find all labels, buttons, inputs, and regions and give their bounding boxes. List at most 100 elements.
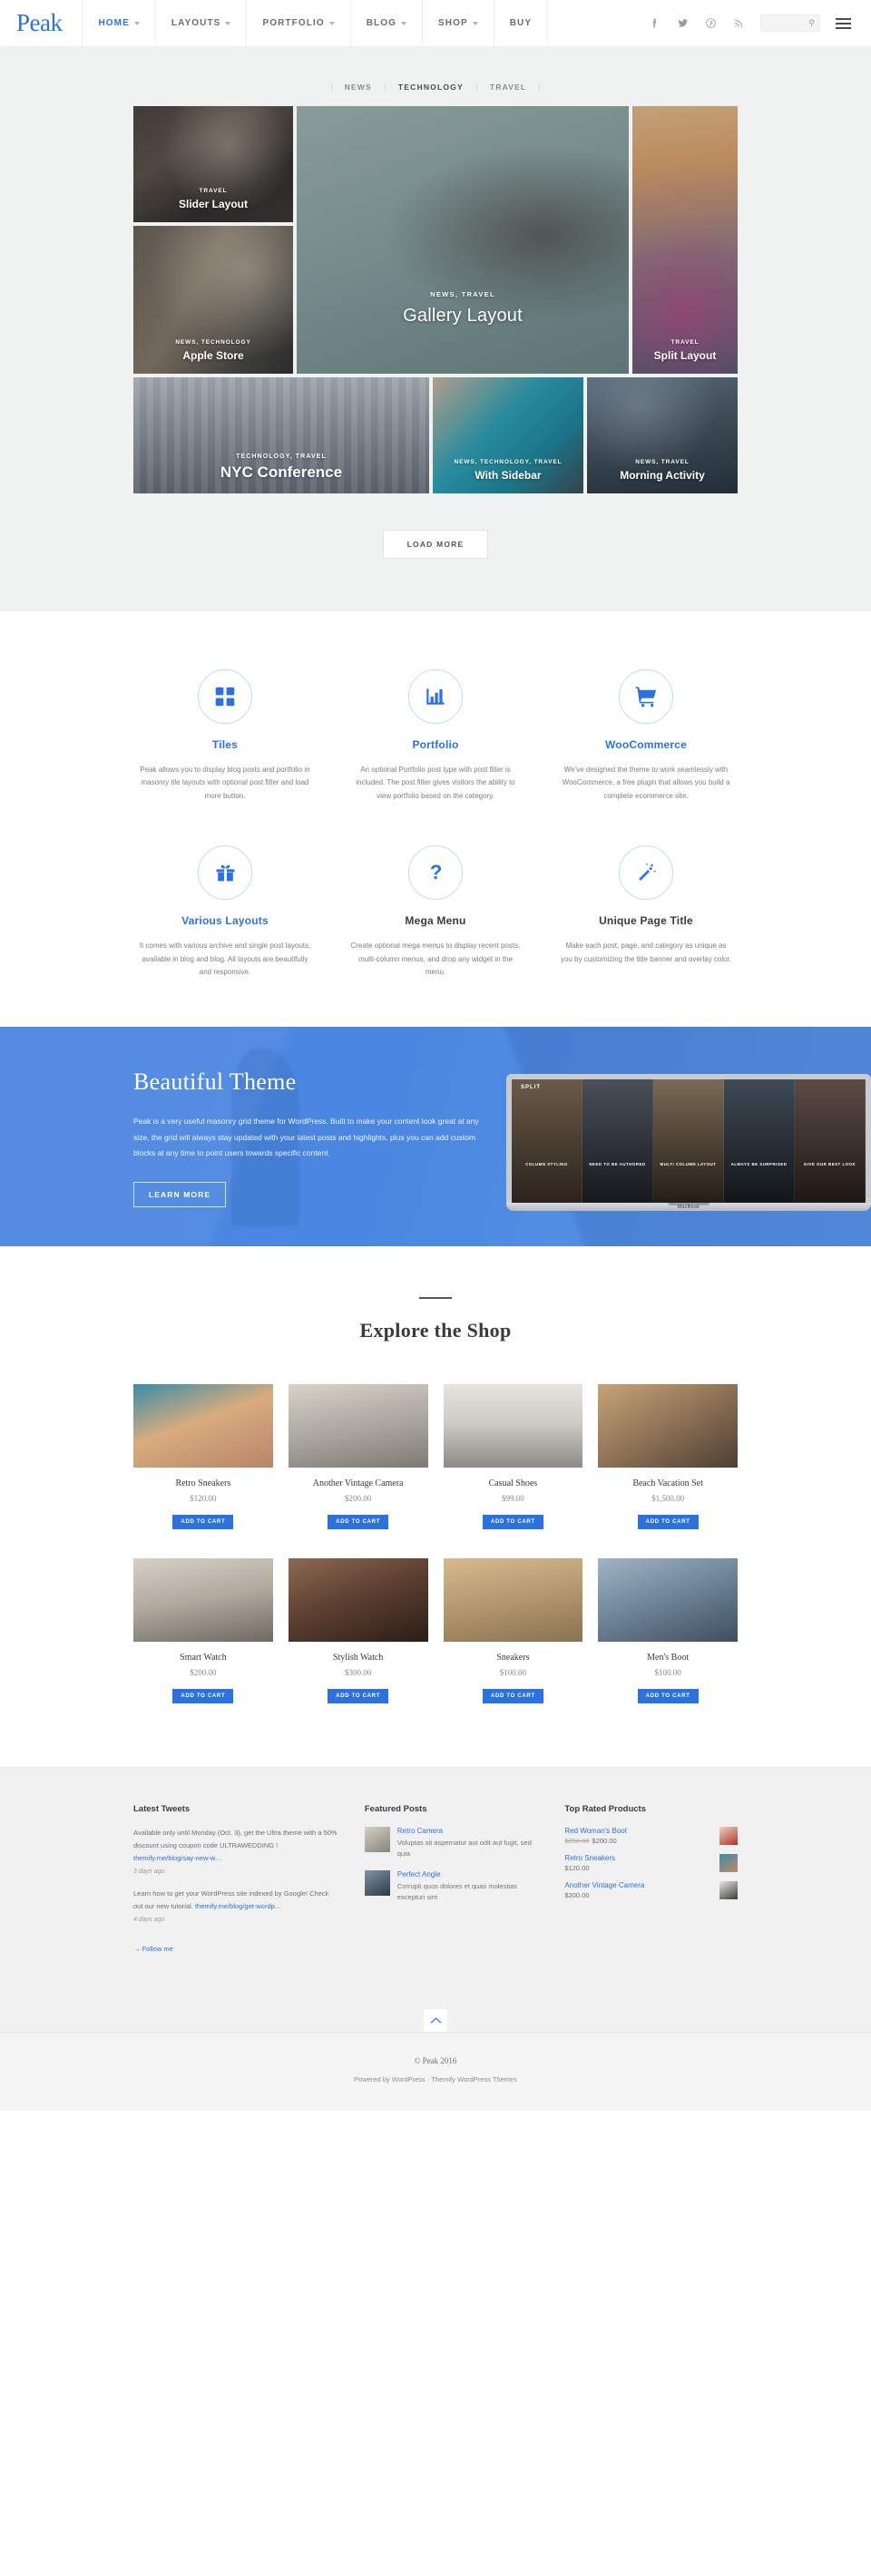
chevron-up-icon[interactable] [423, 2007, 448, 2032]
product-price: $1,500.00 [651, 1494, 685, 1504]
feature-various-layouts: Various Layouts It comes with various ar… [133, 844, 317, 980]
feature-title[interactable]: Various Layouts [133, 914, 317, 927]
product-thumbnail[interactable] [719, 1881, 738, 1900]
add-to-cart-button[interactable]: ADD TO CART [482, 1515, 543, 1530]
pinterest-icon[interactable] [704, 17, 717, 30]
feature-title[interactable]: WooCommerce [554, 738, 738, 751]
hamburger-icon[interactable] [836, 17, 851, 29]
tweet-timestamp: 3 days ago [133, 1868, 165, 1875]
tile-nyc-conference[interactable]: TECHNOLOGY, TRAVEL NYC Conference [133, 376, 429, 493]
product-image[interactable] [133, 1384, 273, 1469]
product-link[interactable]: Retro Sneakers [564, 1854, 712, 1862]
tiles-grid: TRAVEL Slider Layout NEWS, TECHNOLOGY Ap… [133, 105, 738, 493]
add-to-cart-button[interactable]: ADD TO CART [172, 1689, 234, 1704]
feature-description: Create optional mega menus to display re… [350, 941, 521, 977]
learn-more-button[interactable]: LEARN MORE [133, 1181, 227, 1207]
tile-morning-activity[interactable]: NEWS, TRAVEL Morning Activity [587, 376, 738, 493]
site-logo[interactable]: Peak [16, 11, 82, 35]
tile-apple-store[interactable]: NEWS, TECHNOLOGY Apple Store [133, 225, 293, 374]
add-to-cart-button[interactable]: ADD TO CART [172, 1515, 234, 1530]
laptop-mockup: SPLIT Column Styling Need To Be Authored… [506, 1074, 871, 1212]
filter-technology[interactable]: TECHNOLOGY [386, 83, 477, 92]
twitter-icon[interactable] [676, 17, 689, 30]
magic-wand-icon [619, 844, 673, 900]
load-more-button[interactable]: LOAD MORE [382, 529, 489, 559]
search-box[interactable]: ⚲ [760, 15, 820, 32]
chevron-down-icon [328, 22, 335, 25]
add-to-cart-button[interactable]: ADD TO CART [482, 1689, 543, 1704]
add-to-cart-button[interactable]: ADD TO CART [637, 1689, 699, 1704]
tile-slider-layout[interactable]: TRAVEL Slider Layout [133, 105, 293, 222]
footer-widgets: Latest Tweets Available only until Monda… [133, 1804, 738, 1955]
nav-item-portfolio[interactable]: PORTFOLIO [246, 0, 349, 47]
product-name[interactable]: Stylish Watch [289, 1653, 428, 1663]
nav-item-layouts[interactable]: LAYOUTS [154, 0, 247, 47]
tile-split-layout[interactable]: TRAVEL Split Layout [632, 105, 738, 374]
post-thumbnail[interactable] [364, 1827, 390, 1853]
product-card: Smart Watch $200.00 ADD TO CART [133, 1558, 273, 1704]
product-price: $300.00 [345, 1668, 372, 1678]
product-name[interactable]: Casual Shoes [444, 1478, 583, 1488]
tile-caption: NEWS, TECHNOLOGY, TRAVEL With Sidebar [433, 459, 583, 493]
product-name[interactable]: Smart Watch [133, 1653, 273, 1663]
product-image[interactable] [288, 1384, 428, 1469]
movie-tile: Multi Column Layout [653, 1079, 724, 1204]
feature-title[interactable]: Tiles [133, 738, 317, 751]
product-name[interactable]: Sneakers [444, 1653, 583, 1663]
nav-label: LAYOUTS [171, 18, 221, 28]
bar-chart-icon [408, 668, 463, 724]
facebook-icon[interactable] [648, 17, 661, 30]
featured-post-item: Retro Camera Voluptas sit aspernatur aut… [364, 1827, 538, 1859]
add-to-cart-button[interactable]: ADD TO CART [328, 1689, 389, 1704]
add-to-cart-button[interactable]: ADD TO CART [637, 1515, 699, 1530]
product-thumbnail[interactable] [719, 1854, 738, 1873]
shop-section: Explore the Shop Retro Sneakers $120.00 … [0, 1246, 871, 1768]
tile-categories: TRAVEL [670, 339, 700, 346]
product-name[interactable]: Men's Boot [598, 1653, 738, 1663]
tile-categories: TECHNOLOGY, TRAVEL [236, 454, 327, 461]
nav-item-buy[interactable]: BUY [493, 0, 549, 47]
widget-title: Top Rated Products [564, 1804, 646, 1815]
post-thumbnail[interactable] [364, 1870, 390, 1897]
promo-banner: Beautiful Theme Peak is a very useful ma… [0, 1027, 871, 1247]
filter-travel[interactable]: TRAVEL [477, 83, 541, 92]
nav-item-home[interactable]: HOME [82, 0, 154, 47]
nav-item-shop[interactable]: SHOP [421, 0, 494, 47]
product-image[interactable] [288, 1558, 428, 1643]
featured-post-item: Perfect Angle Corrupti quos dolores et q… [364, 1870, 538, 1903]
product-link[interactable]: Red Woman's Boot [564, 1827, 712, 1835]
widget-top-rated-products: Top Rated Products Red Woman's Boot $250… [564, 1804, 738, 1955]
post-title-link[interactable]: Retro Camera [397, 1827, 538, 1835]
tile-with-sidebar[interactable]: NEWS, TECHNOLOGY, TRAVEL With Sidebar [433, 376, 583, 493]
product-image[interactable] [443, 1384, 583, 1469]
product-image[interactable] [598, 1384, 738, 1469]
feature-woocommerce: WooCommerce We've designed the theme to … [554, 668, 738, 804]
tile-caption: NEWS, TRAVEL Morning Activity [587, 459, 738, 493]
tweet-link[interactable]: themify.me/blog/get-wordp… [195, 1902, 281, 1910]
rss-icon[interactable] [732, 17, 745, 30]
product-name[interactable]: Retro Sneakers [133, 1478, 273, 1488]
product-thumbnail[interactable] [719, 1827, 738, 1846]
follow-me-link[interactable]: → Follow me [133, 1945, 173, 1953]
filter-news[interactable]: NEWS [330, 83, 386, 92]
search-input[interactable] [767, 19, 809, 27]
nav-label: PORTFOLIO [262, 18, 325, 28]
product-name[interactable]: Another Vintage Camera [289, 1478, 428, 1488]
top-rated-item: Another Vintage Camera $200.00 [564, 1881, 738, 1900]
product-name[interactable]: Beach Vacation Set [598, 1478, 738, 1488]
product-image[interactable] [443, 1558, 583, 1643]
feature-title[interactable]: Unique Page Title [554, 914, 738, 927]
feature-title[interactable]: Mega Menu [344, 914, 527, 927]
feature-description: It comes with various archive and single… [139, 941, 311, 977]
movie-title: Give Our Best Look [803, 1162, 856, 1167]
tile-title: Morning Activity [620, 469, 705, 483]
tweet-link[interactable]: themify.me/blog/say-new-w… [133, 1854, 222, 1862]
nav-item-blog[interactable]: BLOG [349, 0, 422, 47]
product-link[interactable]: Another Vintage Camera [564, 1881, 712, 1889]
feature-title[interactable]: Portfolio [344, 738, 527, 751]
tile-gallery-layout[interactable]: NEWS, TRAVEL Gallery Layout [297, 105, 629, 374]
post-title-link[interactable]: Perfect Angle [397, 1870, 538, 1878]
add-to-cart-button[interactable]: ADD TO CART [328, 1515, 389, 1530]
product-image[interactable] [598, 1558, 738, 1643]
product-image[interactable] [133, 1558, 273, 1643]
